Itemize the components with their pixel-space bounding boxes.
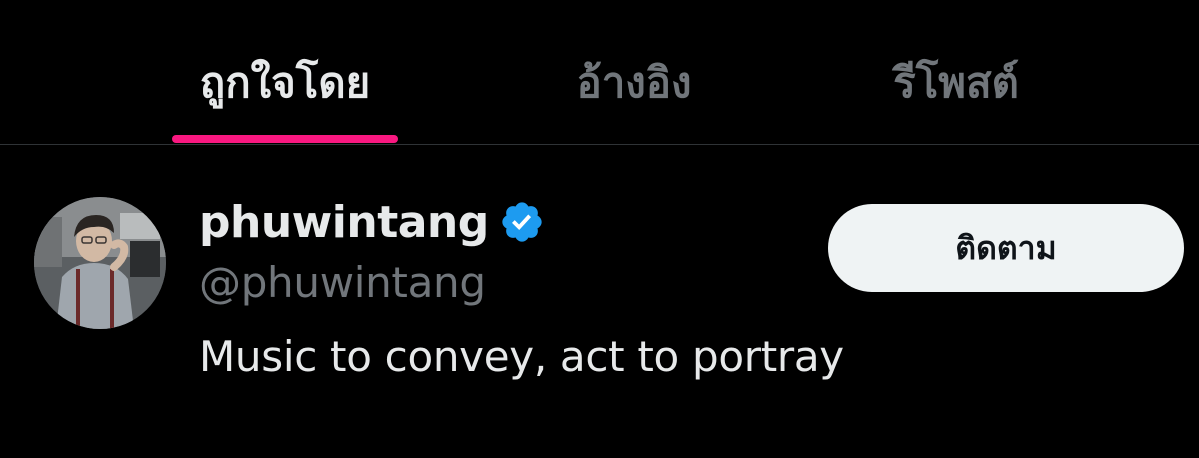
display-name[interactable]: phuwintang: [199, 197, 489, 248]
tab-reposts[interactable]: รีโพสต์: [852, 48, 1060, 118]
user-list-item[interactable]: phuwintang @phuwintang Music to convey, …: [0, 145, 1199, 458]
active-tab-indicator: [172, 135, 398, 143]
follow-button[interactable]: ติดตาม: [828, 204, 1184, 292]
tab-bar: ถูกใจโดย อ้างอิง รีโพสต์: [0, 0, 1199, 144]
avatar[interactable]: [34, 197, 166, 329]
tab-quotes[interactable]: อ้างอิง: [534, 48, 734, 118]
avatar-photo: [34, 197, 166, 329]
display-name-row: phuwintang: [199, 193, 545, 251]
tab-liked-by[interactable]: ถูกใจโดย: [172, 48, 398, 118]
user-handle[interactable]: @phuwintang: [199, 258, 486, 307]
user-bio: Music to convey, act to portray: [199, 332, 844, 381]
verified-badge-icon: [502, 202, 542, 242]
